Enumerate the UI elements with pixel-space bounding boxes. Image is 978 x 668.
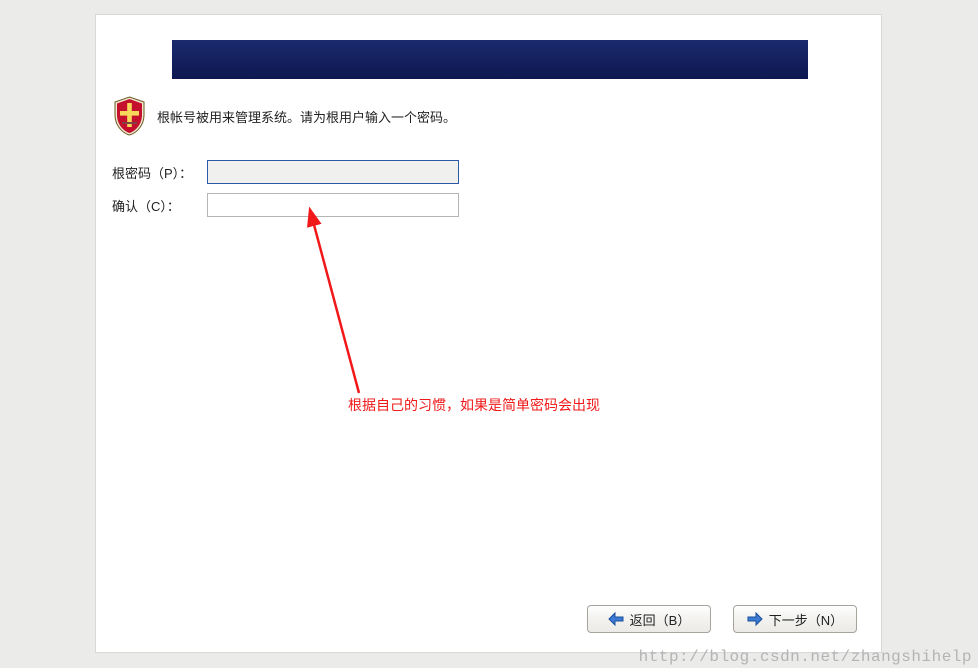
installer-window: 根帐号被用来管理系统。请为根用户输入一个密码。 根密码（P）： 确认（C）： 根… <box>96 15 881 652</box>
next-button[interactable]: 下一步（N） <box>733 605 857 633</box>
desktop-background: 根帐号被用来管理系统。请为根用户输入一个密码。 根密码（P）： 确认（C）： 根… <box>0 0 978 668</box>
confirm-password-input[interactable] <box>207 193 459 217</box>
intro-text: 根帐号被用来管理系统。请为根用户输入一个密码。 <box>157 107 456 126</box>
confirm-password-label: 确认（C）： <box>112 196 207 215</box>
annotation-text: 根据自己的习惯，如果是简单密码会出现 <box>348 395 600 415</box>
annotation-arrow <box>229 203 379 403</box>
confirm-password-row: 确认（C）： <box>112 193 459 217</box>
root-password-label: 根密码（P）： <box>112 163 207 182</box>
header-banner <box>172 40 808 79</box>
arrow-right-icon <box>747 612 763 626</box>
next-button-label: 下一步（N） <box>769 610 843 629</box>
button-bar: 返回（B） 下一步（N） <box>587 605 857 633</box>
back-button[interactable]: 返回（B） <box>587 605 711 633</box>
intro-row: 根帐号被用来管理系统。请为根用户输入一个密码。 <box>112 95 456 137</box>
root-password-input[interactable] <box>207 160 459 184</box>
arrow-left-icon <box>608 612 624 626</box>
root-password-row: 根密码（P）： <box>112 160 459 184</box>
shield-icon <box>112 95 147 137</box>
back-button-label: 返回（B） <box>630 610 691 629</box>
